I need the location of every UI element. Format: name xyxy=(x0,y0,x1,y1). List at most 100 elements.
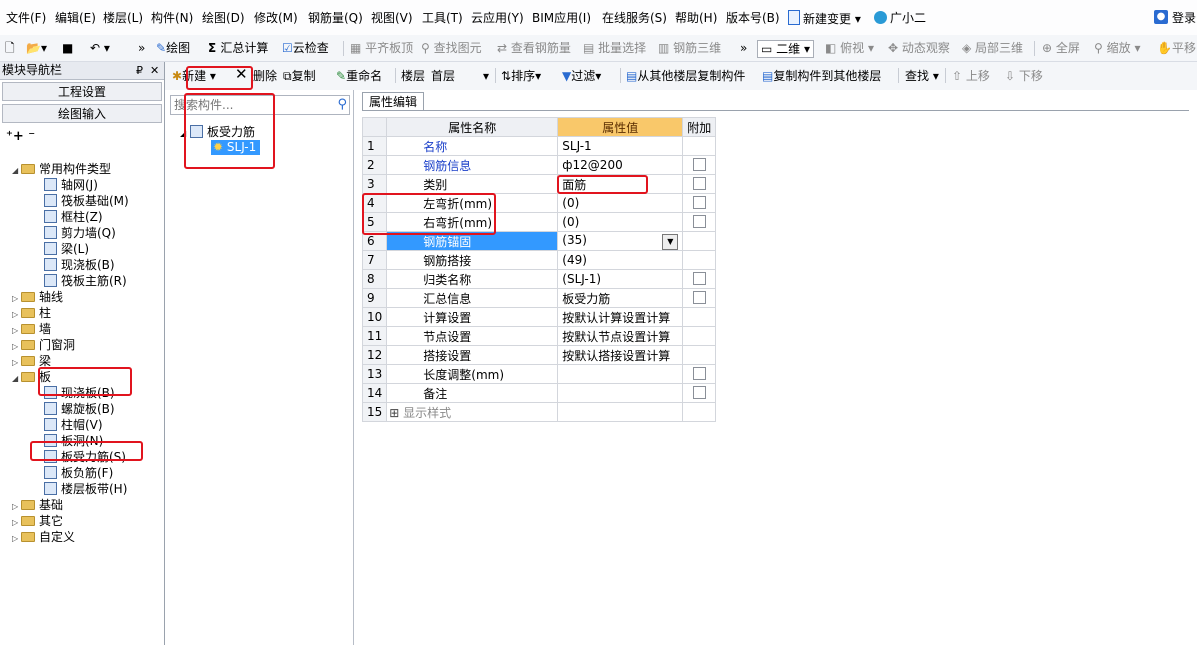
expand-arrow-icon[interactable]: ▷ xyxy=(12,531,21,547)
nav-tree-item[interactable]: 现浇板(B) xyxy=(44,257,115,273)
nav-tree-item[interactable]: ▷ 自定义 xyxy=(12,529,75,545)
menu-component[interactable]: 构件(N) xyxy=(151,10,193,26)
component-root-item[interactable]: ◢ 板受力筋 xyxy=(180,124,255,140)
copy-to-floor-button[interactable]: ▤复制构件到其他楼层 xyxy=(762,67,881,85)
property-row[interactable]: 5 右弯折(mm) (0) xyxy=(361,212,717,232)
append-checkbox[interactable] xyxy=(692,176,706,190)
view-rebar-button[interactable]: ⇄ 查看钢筋量 xyxy=(497,39,571,57)
menu-assistant[interactable]: 广小二 xyxy=(874,10,926,26)
menu-modify[interactable]: 修改(M) xyxy=(254,10,298,26)
tab-property-edit[interactable]: 属性编辑 xyxy=(362,92,424,111)
draw-button[interactable]: ✎绘图 xyxy=(156,39,190,57)
property-value-cell[interactable]: 按默认搭接设置计算 xyxy=(557,345,684,365)
view-mode-select[interactable]: ▭ 二维 ▾ xyxy=(757,40,815,58)
menu-floor[interactable]: 楼层(L) xyxy=(103,10,143,26)
menu-tools[interactable]: 工具(T) xyxy=(422,10,463,26)
property-value-cell[interactable]: (35) ▼ xyxy=(557,231,684,251)
menu-edit[interactable]: 编辑(E) xyxy=(55,10,96,26)
append-checkbox[interactable] xyxy=(692,385,706,399)
move-down-button[interactable]: ⇩ 下移 xyxy=(1005,67,1043,85)
nav-tree-item[interactable]: ▷ 基础 xyxy=(12,497,63,513)
property-row[interactable]: 13 长度调整(mm) xyxy=(361,364,717,384)
nav-tree-item[interactable]: 筏板基础(M) xyxy=(44,193,129,209)
append-checkbox[interactable] xyxy=(692,195,706,209)
property-row[interactable]: 11 节点设置 按默认节点设置计算 xyxy=(361,326,717,346)
sort-button[interactable]: ⇅排序▾ xyxy=(501,67,541,85)
property-row[interactable]: 8 归类名称 (SLJ-1) xyxy=(361,269,717,289)
open-file-icon[interactable]: 📂▾ xyxy=(26,39,47,57)
rebar-3d-button[interactable]: ▥ 钢筋三维 xyxy=(658,39,721,57)
property-row[interactable]: 3 类别 面筋 xyxy=(361,174,717,194)
cloud-check-button[interactable]: ☑云检查 xyxy=(282,39,329,57)
new-component-button[interactable]: ✱新建 ▾ xyxy=(172,67,216,85)
new-file-icon[interactable]: 🗋 xyxy=(5,39,15,57)
nav-tree-item[interactable]: ▷ 柱 xyxy=(12,305,51,321)
expand-plus-icon[interactable]: ⊞ xyxy=(389,406,403,420)
find-button[interactable]: 查找 ▾ xyxy=(905,67,939,85)
copy-from-floor-button[interactable]: ▤从其他楼层复制构件 xyxy=(626,67,745,85)
draw-input-button[interactable]: 绘图输入 xyxy=(2,104,162,123)
property-row[interactable]: 6 钢筋锚固 (35) ▼ xyxy=(361,231,717,251)
menu-rebar-qty[interactable]: 钢筋量(Q) xyxy=(308,10,363,26)
zoom-button[interactable]: ⚲ 缩放 ▾ xyxy=(1094,39,1140,57)
property-row[interactable]: 14 备注 xyxy=(361,383,717,403)
overflow-chevron-icon[interactable]: » xyxy=(740,39,747,57)
property-value-cell[interactable] xyxy=(557,383,684,403)
property-value-cell[interactable] xyxy=(557,402,684,422)
nav-tree-item[interactable]: 框柱(Z) xyxy=(44,209,103,225)
nav-tree-item[interactable]: 板负筋(F) xyxy=(44,465,113,481)
delete-x-icon[interactable]: ✕ xyxy=(235,65,248,83)
nav-tree-item[interactable]: 螺旋板(B) xyxy=(44,401,115,417)
nav-tree-item[interactable]: ▷ 其它 xyxy=(12,513,63,529)
append-checkbox[interactable] xyxy=(692,214,706,228)
property-row[interactable]: 10 计算设置 按默认计算设置计算 xyxy=(361,307,717,327)
top-view-button[interactable]: ◧ 俯视 ▾ xyxy=(825,39,874,57)
nav-tree-item[interactable]: 轴网(J) xyxy=(44,177,98,193)
project-settings-button[interactable]: 工程设置 xyxy=(2,82,162,101)
property-row[interactable]: 1 名称 SLJ-1 xyxy=(361,136,717,156)
component-item-selected[interactable]: ✹ SLJ-1 xyxy=(211,140,261,155)
nav-tree-item[interactable]: ◢ 板 xyxy=(12,369,51,385)
nav-tree-item[interactable]: 板受力筋(S) xyxy=(44,449,126,465)
nav-tree-item[interactable]: 现浇板(B) xyxy=(44,385,115,401)
property-value-cell[interactable]: (SLJ-1) xyxy=(557,269,684,289)
menu-version[interactable]: 版本号(B) xyxy=(726,10,780,26)
filter-button[interactable]: ▼过滤▾ xyxy=(562,67,601,85)
property-value-cell[interactable]: (49) xyxy=(557,250,684,270)
collapse-arrow-icon[interactable]: ◢ xyxy=(12,163,21,179)
nav-tree-item[interactable]: ▷ 梁 xyxy=(12,353,51,369)
property-value-cell[interactable]: 按默认计算设置计算 xyxy=(557,307,684,327)
property-row[interactable]: 15 ⊞ 显示样式 xyxy=(361,402,717,422)
property-row[interactable]: 2 钢筋信息 ф12@200 xyxy=(361,155,717,175)
pan-button[interactable]: ✋平移 xyxy=(1157,39,1196,57)
nav-tree-item[interactable]: 筏板主筋(R) xyxy=(44,273,127,289)
menu-draw[interactable]: 绘图(D) xyxy=(202,10,245,26)
overflow-chevron-icon[interactable]: » xyxy=(138,39,145,57)
menu-file[interactable]: 文件(F) xyxy=(6,10,46,26)
collapse-arrow-icon[interactable]: ◢ xyxy=(180,129,186,138)
save-icon[interactable]: ■ xyxy=(62,39,73,57)
undo-icon[interactable]: ↶ ▾ xyxy=(90,39,110,57)
append-checkbox[interactable] xyxy=(692,366,706,380)
nav-tree-item[interactable]: ◢ 常用构件类型 xyxy=(12,161,111,177)
property-value-cell[interactable] xyxy=(557,364,684,384)
property-row[interactable]: 9 汇总信息 板受力筋 xyxy=(361,288,717,308)
menu-help[interactable]: 帮助(H) xyxy=(675,10,717,26)
search-input[interactable] xyxy=(171,96,327,114)
nav-tree-item[interactable]: 剪力墙(Q) xyxy=(44,225,116,241)
append-checkbox[interactable] xyxy=(692,157,706,171)
close-icon[interactable]: ✕ xyxy=(150,62,159,79)
move-up-button[interactable]: ⇧ 上移 xyxy=(952,67,990,85)
login-button[interactable]: ● 登录 xyxy=(1152,8,1196,28)
delete-button[interactable]: 删除 xyxy=(253,67,277,85)
property-value-cell[interactable]: SLJ-1 xyxy=(557,136,684,156)
pin-icon[interactable]: ₽ xyxy=(136,62,143,79)
menu-online[interactable]: 在线服务(S) xyxy=(602,10,667,26)
partial-3d-button[interactable]: ◈ 局部三维 xyxy=(962,39,1023,57)
nav-tree-item[interactable]: ▷ 门窗洞 xyxy=(12,337,75,353)
menu-cloud[interactable]: 云应用(Y) xyxy=(471,10,524,26)
collapse-arrow-icon[interactable]: ◢ xyxy=(12,371,21,387)
property-value-cell[interactable]: ф12@200 xyxy=(557,155,684,175)
nav-tree-item[interactable]: 板洞(N) xyxy=(44,433,103,449)
menu-new-change[interactable]: 新建变更 ▾ xyxy=(788,10,861,26)
